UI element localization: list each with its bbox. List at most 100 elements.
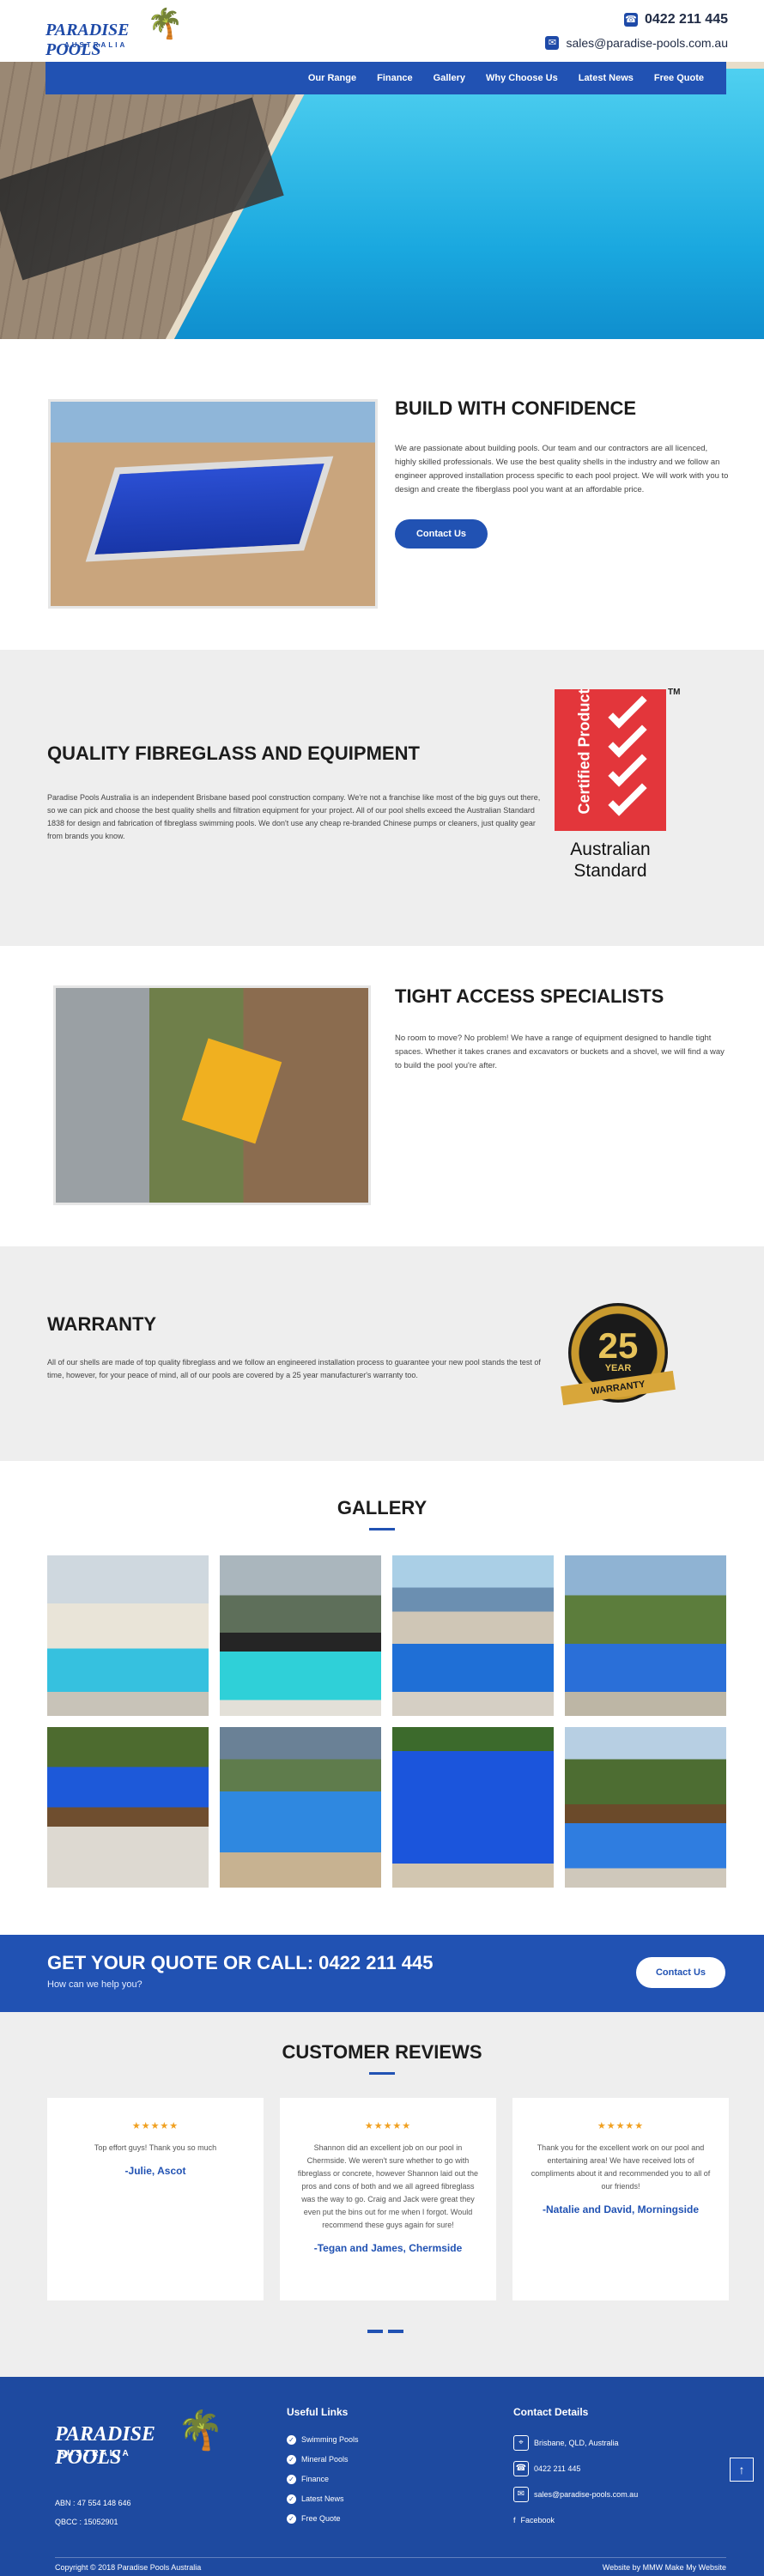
footer-abn: ABN : 47 554 148 646	[55, 2499, 131, 2507]
reviews-underline	[369, 2072, 395, 2075]
cert-line1: Australian	[570, 839, 651, 859]
check-circle-icon: ✓	[287, 2455, 296, 2464]
footer-link[interactable]: Swimming Pools	[301, 2430, 359, 2450]
contact-details-title: Contact Details	[513, 2406, 589, 2418]
cta-contact-button[interactable]: Contact Us	[636, 1957, 725, 1988]
site-header: PARADISE POOLS AUSTRALIA 🌴 ☎ 0422 211 44…	[0, 0, 764, 62]
review-quote: Top effort guys! Thank you so much	[94, 2143, 217, 2152]
reviews-section: CUSTOMER REVIEWS ★★★★★ Top effort guys! …	[0, 2012, 764, 2377]
nav-free-quote[interactable]: Free Quote	[644, 73, 714, 83]
reviews-pager[interactable]	[367, 2330, 403, 2333]
envelope-icon: ✉	[545, 36, 560, 50]
envelope-icon: ✉	[513, 2487, 529, 2502]
phone-icon: ☎	[513, 2461, 529, 2476]
footer-facebook[interactable]: Facebook	[521, 2507, 555, 2533]
warranty-title: WARRANTY	[47, 1313, 157, 1335]
check-circle-icon: ✓	[287, 2475, 296, 2484]
page: PARADISE POOLS AUSTRALIA 🌴 ☎ 0422 211 44…	[0, 0, 764, 2576]
cta-subtitle: How can we help you?	[47, 1979, 142, 1990]
star-rating-icon: ★★★★★	[597, 2121, 645, 2131]
footer-link[interactable]: Latest News	[301, 2489, 344, 2509]
star-rating-icon: ★★★★★	[131, 2121, 179, 2131]
tight-text: No room to move? No problem! We have a r…	[395, 1033, 725, 1070]
check-circle-icon: ✓	[287, 2435, 296, 2445]
cert-line2: Standard	[573, 861, 647, 881]
review-card: ★★★★★ Top effort guys! Thank you so much…	[47, 2098, 264, 2300]
arrow-up-icon[interactable]: ↑	[730, 2458, 754, 2482]
nav-latest-news[interactable]: Latest News	[568, 73, 644, 83]
warranty-text: All of our shells are made of top qualit…	[47, 1358, 541, 1379]
cert-vertical-text: Certified Product	[575, 688, 593, 815]
review-author: -Natalie and David, Morningside	[542, 2203, 700, 2215]
footer-link[interactable]: Mineral Pools	[301, 2450, 349, 2470]
tight-access-photo	[53, 985, 371, 1205]
quality-title: QUALITY FIBREGLASS AND EQUIPMENT	[47, 742, 420, 764]
tight-access-section: TIGHT ACCESS SPECIALISTS No room to move…	[0, 946, 764, 1246]
warranty-badge: 25 YEAR WARRANTY	[561, 1303, 676, 1411]
website-credit[interactable]: Website by MMW Make My Website	[603, 2563, 726, 2572]
nav-finance[interactable]: Finance	[367, 73, 423, 83]
footer-bottom-bar: Copyright © 2018 Paradise Pools Australi…	[55, 2557, 726, 2576]
review-author: -Tegan and James, Chermside	[313, 2242, 463, 2254]
gallery-section: GALLERY	[0, 1461, 764, 1935]
review-quote: Shannon did an excellent job on our pool…	[297, 2143, 479, 2229]
site-footer: PARADISE POOLS AUSTRALIA 🌴 ABN : 47 554 …	[0, 2377, 764, 2576]
footer-phone[interactable]: 0422 211 445	[534, 2456, 580, 2482]
copyright: Copyright © 2018 Paradise Pools Australi…	[55, 2562, 202, 2572]
quality-section: QUALITY FIBREGLASS AND EQUIPMENT Paradis…	[0, 650, 764, 946]
nav-gallery[interactable]: Gallery	[423, 73, 476, 83]
footer-useful-links: Useful Links ✓ Swimming Pools ✓ Mineral Po…	[287, 2406, 359, 2529]
palm-tree-icon: 🌴	[177, 2409, 224, 2452]
gallery-image[interactable]	[47, 1727, 209, 1888]
review-card: ★★★★★ Thank you for the excellent work o…	[512, 2098, 729, 2300]
gallery-image[interactable]	[47, 1555, 209, 1716]
check-circle-icon: ✓	[287, 2514, 296, 2524]
site-logo[interactable]: PARADISE POOLS AUSTRALIA 🌴	[45, 7, 184, 59]
tight-title: TIGHT ACCESS SPECIALISTS	[395, 985, 664, 1007]
useful-links-title: Useful Links	[287, 2406, 349, 2418]
build-photo	[48, 399, 378, 609]
build-text: We are passionate about building pools. …	[395, 444, 729, 494]
badge-year: YEAR	[604, 1363, 632, 1373]
header-email[interactable]: sales@paradise-pools.com.au	[566, 36, 728, 50]
gallery-title: GALLERY	[337, 1497, 427, 1518]
cert-tm: TM	[668, 688, 681, 697]
logo-subtext: AUSTRALIA	[64, 41, 128, 49]
facebook-icon: f	[513, 2516, 516, 2524]
cta-title: GET YOUR QUOTE OR CALL: 0422 211 445	[47, 1952, 434, 1973]
pager-dot[interactable]	[367, 2330, 383, 2333]
star-rating-icon: ★★★★★	[364, 2121, 412, 2131]
header-phone[interactable]: 0422 211 445	[645, 12, 728, 27]
quality-text: Paradise Pools Australia is an independe…	[47, 793, 541, 840]
gallery-image[interactable]	[392, 1555, 554, 1716]
badge-number: 25	[597, 1325, 639, 1366]
review-author: -Julie, Ascot	[124, 2165, 186, 2177]
gallery-image[interactable]	[220, 1727, 381, 1888]
palm-tree-icon: 🌴	[147, 8, 184, 40]
footer-qbcc: QBCC : 15052901	[55, 2518, 118, 2526]
nav-our-range[interactable]: Our Range	[298, 73, 367, 83]
warranty-section: WARRANTY All of our shells are made of t…	[0, 1246, 764, 1461]
review-card: ★★★★★ Shannon did an excellent job on ou…	[280, 2098, 496, 2300]
check-circle-icon: ✓	[287, 2494, 296, 2504]
certified-product-badge: Certified Product TM Australian Standard	[555, 688, 681, 912]
header-contact: ☎ 0422 211 445 ✉ sales@paradise-pools.co…	[545, 12, 728, 58]
footer-link[interactable]: Free Quote	[301, 2509, 341, 2529]
gallery-image[interactable]	[565, 1727, 726, 1888]
footer-logo-subtext: AUSTRALIA	[58, 2449, 131, 2458]
footer-email[interactable]: sales@paradise-pools.com.au	[534, 2482, 638, 2507]
gallery-image[interactable]	[392, 1727, 554, 1888]
build-contact-button[interactable]: Contact Us	[395, 519, 488, 549]
review-quote: Thank you for the excellent work on our …	[531, 2143, 711, 2191]
gallery-image[interactable]	[220, 1555, 381, 1716]
footer-link[interactable]: Finance	[301, 2470, 329, 2489]
gallery-underline	[369, 1528, 395, 1530]
quote-cta: GET YOUR QUOTE OR CALL: 0422 211 445 How…	[0, 1935, 764, 2012]
nav-why-choose-us[interactable]: Why Choose Us	[476, 73, 568, 83]
pager-dot[interactable]	[388, 2330, 403, 2333]
build-title: BUILD WITH CONFIDENCE	[395, 397, 637, 419]
footer-logo[interactable]: PARADISE POOLS AUSTRALIA 🌴	[55, 2408, 227, 2471]
map-pin-icon: ⌖	[513, 2435, 529, 2451]
gallery-image[interactable]	[565, 1555, 726, 1716]
reviews-title: CUSTOMER REVIEWS	[282, 2041, 482, 2063]
